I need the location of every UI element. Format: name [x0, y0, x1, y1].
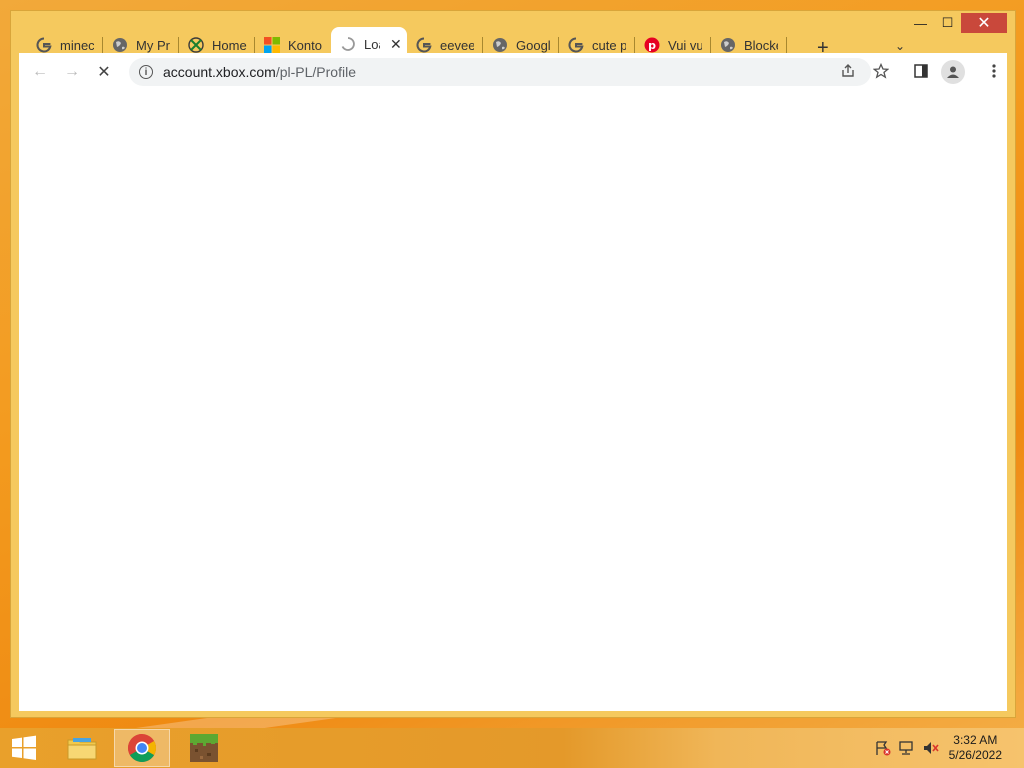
google-icon [568, 37, 584, 53]
taskbar-file-explorer[interactable] [54, 729, 110, 767]
svg-text:p: p [648, 39, 656, 52]
folder-icon [67, 738, 97, 760]
minecraft-icon [190, 734, 218, 762]
tab-title: Blocked [744, 37, 778, 53]
network-icon[interactable] [898, 740, 916, 756]
volume-muted-icon[interactable] [922, 740, 940, 756]
tab-title: eevee [440, 37, 474, 53]
browser-window: — ☐ ✕ minecraft My Profile Home [10, 10, 1016, 718]
tab-title: minecraft [60, 37, 94, 53]
globe-icon [112, 37, 128, 53]
menu-kebab-icon[interactable] [983, 60, 1005, 82]
tab-title: cute pi [592, 37, 626, 53]
tab-title: Google [516, 37, 550, 53]
windows-logo-icon [12, 735, 36, 760]
close-window-button[interactable]: ✕ [961, 13, 1007, 33]
browser-toolbar: ← → ✕ i account.xbox.com/pl-PL/Profile [19, 53, 1007, 92]
url-text: account.xbox.com/pl-PL/Profile [163, 64, 356, 80]
globe-icon [492, 37, 508, 53]
chrome-icon [128, 734, 156, 762]
back-button[interactable]: ← [29, 61, 51, 83]
share-icon[interactable] [837, 60, 859, 82]
tab-title: Konto [288, 37, 322, 53]
pinterest-icon: p [644, 37, 660, 53]
tab-title: Vui vui [668, 37, 702, 53]
taskbar-minecraft[interactable] [176, 729, 232, 767]
forward-button[interactable]: → [61, 61, 83, 83]
google-icon [416, 37, 432, 53]
taskbar-chrome[interactable] [114, 729, 170, 767]
site-info-icon[interactable]: i [139, 65, 153, 79]
spinner-icon [340, 36, 356, 52]
tab-title: My Profile [136, 37, 170, 53]
microsoft-icon [264, 37, 280, 53]
taskbar: 3:32 AM 5/26/2022 [0, 728, 1024, 768]
action-center-flag-icon[interactable] [874, 740, 892, 756]
clock-time: 3:32 AM [953, 733, 998, 747]
tab-search-icon[interactable]: ⌄ [895, 39, 905, 53]
google-icon [36, 37, 52, 53]
system-clock[interactable]: 3:32 AM 5/26/2022 [949, 733, 1002, 763]
side-panel-icon[interactable] [910, 60, 932, 82]
globe-icon [720, 37, 736, 53]
address-bar[interactable]: i account.xbox.com/pl-PL/Profile [129, 58, 871, 86]
start-button[interactable] [0, 729, 48, 767]
tab-title: Loading [364, 36, 380, 52]
profile-avatar-icon[interactable] [941, 60, 965, 84]
xbox-icon [188, 37, 204, 53]
clock-date: 5/26/2022 [948, 748, 1002, 762]
bookmark-star-icon[interactable] [870, 60, 892, 82]
stop-loading-button[interactable]: ✕ [93, 61, 115, 83]
tab-title: Home [212, 37, 247, 53]
page-content [19, 91, 1007, 711]
close-tab-icon[interactable]: ✕ [390, 36, 402, 53]
